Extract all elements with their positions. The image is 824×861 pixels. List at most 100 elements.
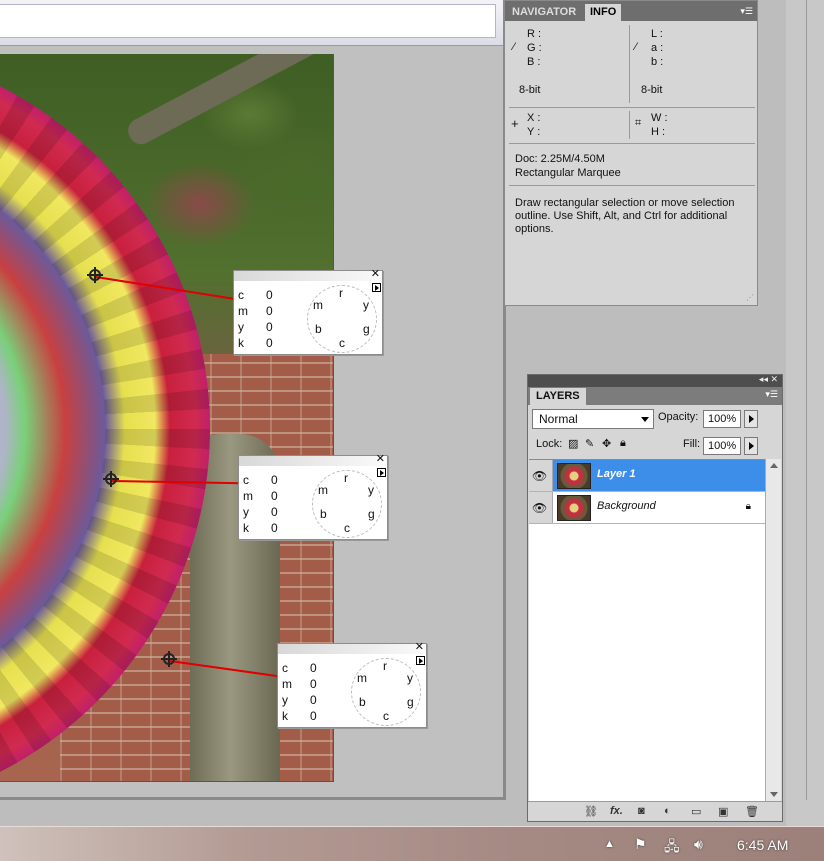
fill-slider-button[interactable] <box>744 437 758 455</box>
divider <box>806 0 807 800</box>
layer-thumbnail <box>557 463 591 489</box>
color-wheel: r y g c b m <box>351 658 421 726</box>
trash-icon[interactable]: 🗑︎ <box>745 805 759 818</box>
wheel-label: b <box>320 507 327 521</box>
scroll-up-icon[interactable] <box>770 463 778 468</box>
eye-icon[interactable]: 👁︎ <box>532 469 550 483</box>
collapse-icon[interactable]: ◂◂ ✕ <box>759 374 778 385</box>
visibility-toggle[interactable]: 👁︎ <box>529 492 553 523</box>
sampler-label: y <box>243 505 249 519</box>
eye-icon[interactable]: 👁︎ <box>532 501 550 515</box>
lock-paint-icon[interactable]: ✎ <box>585 437 594 450</box>
layer-name[interactable]: Layer 1 <box>597 468 636 480</box>
layers-scrollbar[interactable] <box>765 459 781 801</box>
sampler-label: m <box>282 677 292 691</box>
sampler-3-target-icon[interactable] <box>161 651 177 667</box>
tool-hint-line: outline. Use Shift, Alt, and Ctrl for ad… <box>515 210 728 222</box>
opacity-input[interactable]: 100% <box>703 410 741 428</box>
flag-icon[interactable]: ⚑ <box>634 836 647 853</box>
document-window <box>0 0 506 800</box>
canvas-area[interactable] <box>0 46 503 797</box>
sampler-label: y <box>282 693 288 707</box>
right-scroll-area <box>786 0 824 826</box>
color-wheel: r y g c b m <box>312 470 382 538</box>
info-tabbar: NAVIGATOR INFO ▾☰ <box>505 1 757 21</box>
color-sampler-1[interactable]: ✕ c 0 m 0 y 0 k 0 r y g c b m <box>233 268 383 355</box>
layer-thumbnail <box>557 495 591 521</box>
close-icon[interactable]: ✕ <box>376 453 385 465</box>
adjustment-icon[interactable]: ◐ <box>664 805 671 817</box>
divider <box>629 25 630 103</box>
lock-move-icon[interactable]: ✥ <box>602 437 611 450</box>
divider <box>509 143 755 144</box>
blend-mode-value: Normal <box>539 412 578 426</box>
link-icon[interactable]: ⛓ <box>584 805 598 818</box>
wheel-label: c <box>383 709 389 723</box>
layers-panel: ◂◂ ✕ LAYERS ▾☰ Normal Opacity: 100% Lock… <box>527 374 783 822</box>
sampler-header[interactable] <box>278 644 426 654</box>
network-icon[interactable]: 🖧︎ <box>664 836 680 860</box>
sampler-2-target-icon[interactable] <box>103 471 119 487</box>
sampler-value: 0 <box>310 677 317 691</box>
x-label: X : <box>527 112 541 124</box>
opacity-slider-button[interactable] <box>744 410 758 428</box>
wheel-label: c <box>344 521 350 535</box>
w-label: W : <box>651 112 668 124</box>
fill-input[interactable]: 100% <box>703 437 741 455</box>
close-icon[interactable]: ✕ <box>415 641 424 653</box>
sampler-header[interactable] <box>234 271 382 281</box>
show-hidden-icon[interactable]: ▲ <box>604 838 615 850</box>
divider <box>629 111 630 139</box>
visibility-toggle[interactable]: 👁︎ <box>529 460 553 491</box>
document-titlebar[interactable] <box>0 0 503 46</box>
lab-label-a: a : <box>651 42 664 54</box>
lock-transparent-icon[interactable]: ▨ <box>568 437 578 450</box>
horizontal-scroll-area[interactable] <box>0 782 503 797</box>
tool-hint-line: options. <box>515 223 554 235</box>
sampler-value: 0 <box>266 320 273 334</box>
sampler-value: 0 <box>271 473 278 487</box>
blend-mode-select[interactable]: Normal <box>532 409 654 429</box>
fx-icon[interactable]: fx. <box>610 805 623 817</box>
tab-layers[interactable]: LAYERS <box>530 388 586 405</box>
sampler-label: c <box>238 288 244 302</box>
wheel-label: r <box>339 286 343 300</box>
sampler-value: 0 <box>266 288 273 302</box>
color-sampler-3[interactable]: ✕ c 0 m 0 y 0 k 0 r y g c b m <box>277 641 427 728</box>
sampler-label: c <box>243 473 249 487</box>
volume-icon[interactable]: 🔊︎ <box>694 836 703 853</box>
scroll-down-icon[interactable] <box>770 792 778 797</box>
rgb-label-r: R : <box>527 28 542 40</box>
divider <box>509 185 755 186</box>
close-icon[interactable]: ✕ <box>371 268 380 280</box>
panel-menu-icon[interactable]: ▾☰ <box>740 6 753 17</box>
bit-depth-right: 8-bit <box>641 84 663 96</box>
panel-dock-bar[interactable]: ◂◂ ✕ <box>528 374 782 387</box>
sampler-menu-icon[interactable] <box>377 468 386 477</box>
tab-navigator[interactable]: NAVIGATOR <box>507 4 581 21</box>
h-label: H : <box>651 126 666 138</box>
mask-icon[interactable]: ◙ <box>638 805 645 817</box>
clock[interactable]: 6:45 AM <box>737 837 788 853</box>
layer-row-layer-1[interactable]: 👁︎ Layer 1 <box>529 460 765 492</box>
new-layer-icon[interactable]: ▣ <box>718 805 728 818</box>
sampler-menu-icon[interactable] <box>372 283 381 292</box>
panel-menu-icon[interactable]: ▾☰ <box>765 389 778 400</box>
sampler-1-target-icon[interactable] <box>87 267 103 283</box>
wheel-label: m <box>313 298 323 312</box>
resize-grip-icon[interactable]: ⋰ <box>746 293 754 302</box>
layer-name[interactable]: Background <box>597 500 656 512</box>
group-icon[interactable]: ▭ <box>691 805 701 818</box>
sampler-value: 0 <box>271 505 278 519</box>
sampler-header[interactable] <box>239 456 387 466</box>
sampler-value: 0 <box>310 661 317 675</box>
wheel-label: y <box>407 671 413 685</box>
layers-footer: ⛓ fx. ◙ ◐ ▭ ▣ 🗑︎ <box>528 801 782 821</box>
layer-row-background[interactable]: 👁︎ Background 🔒︎ <box>529 492 765 524</box>
sampler-value: 0 <box>266 304 273 318</box>
color-sampler-2[interactable]: ✕ c 0 m 0 y 0 k 0 r y g c b m <box>238 453 388 540</box>
tab-info[interactable]: INFO <box>585 4 622 21</box>
wheel-label: m <box>357 671 367 685</box>
lock-all-icon[interactable]: 🔒︎ <box>620 437 626 450</box>
sampler-menu-icon[interactable] <box>416 656 425 665</box>
